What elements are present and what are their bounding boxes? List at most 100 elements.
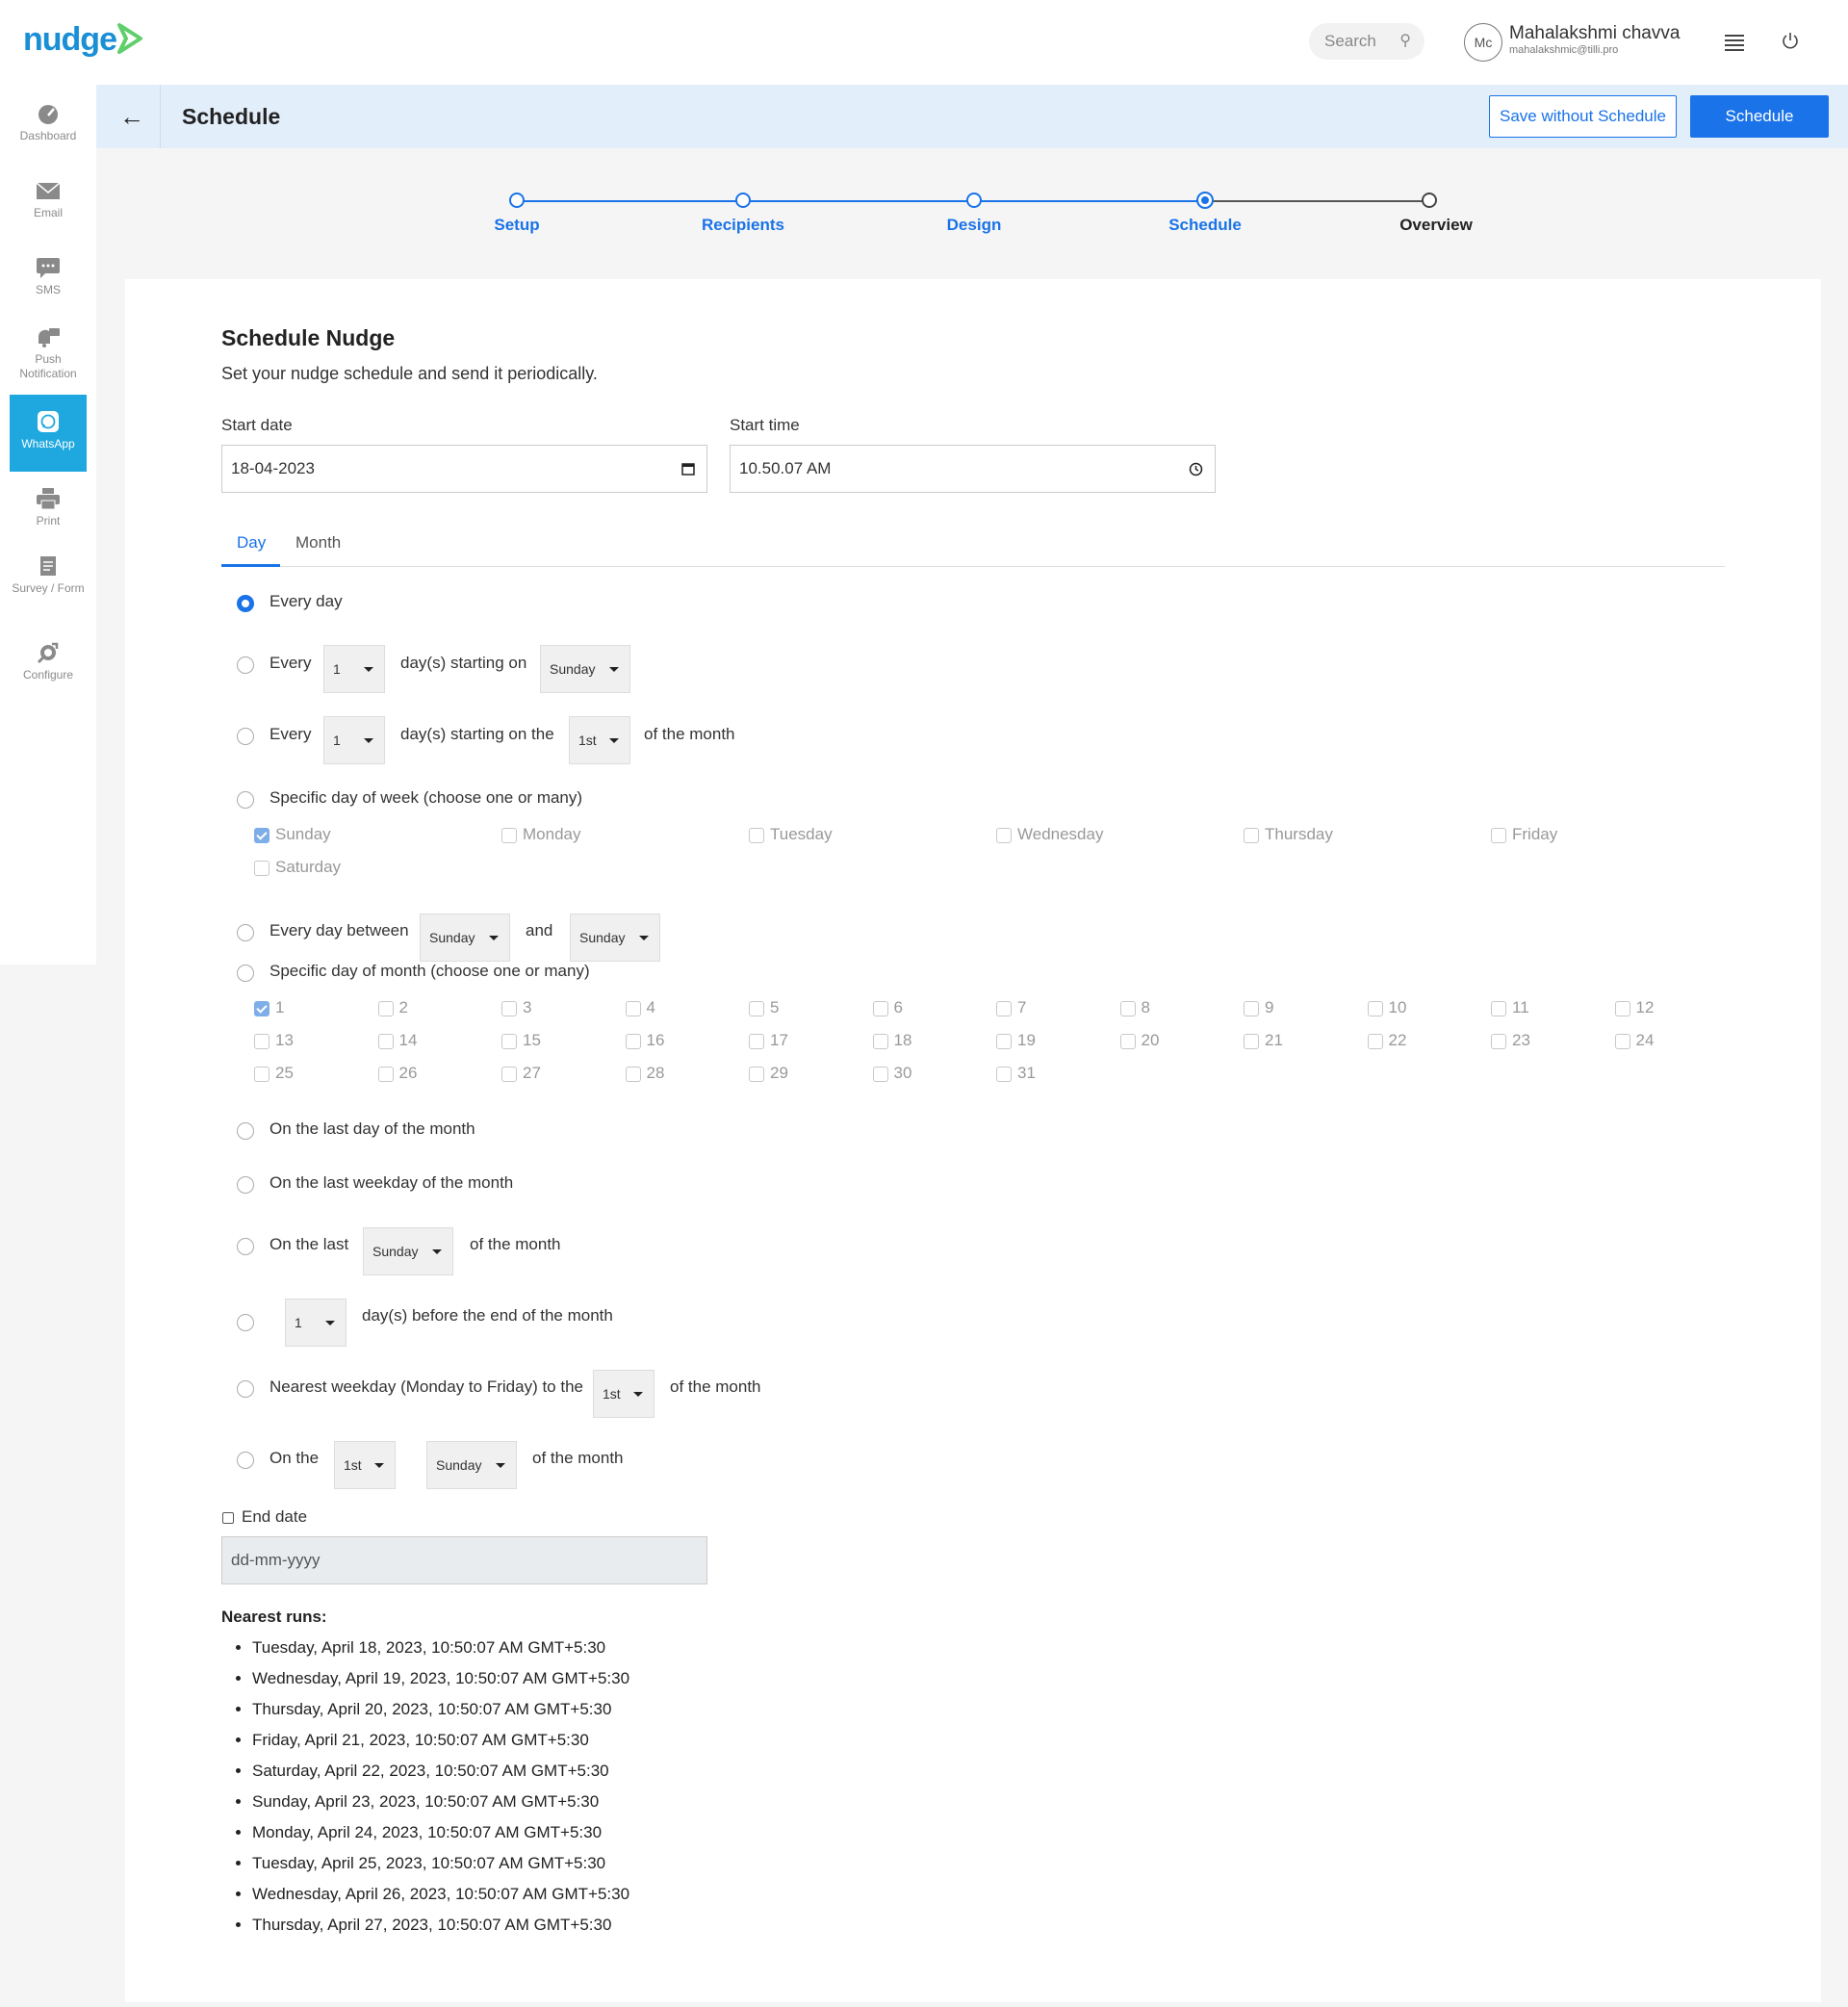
month-day-checkbox[interactable] [749, 1001, 764, 1016]
step-dot-setup[interactable] [509, 193, 525, 208]
month-day-checkbox[interactable] [254, 1067, 270, 1082]
month-day-checkbox[interactable] [749, 1034, 764, 1049]
on-the-last-select[interactable]: Sunday [363, 1227, 453, 1275]
month-day-checkbox[interactable] [1244, 1034, 1259, 1049]
save-without-schedule-button[interactable]: Save without Schedule [1489, 95, 1677, 138]
weekday-checkbox[interactable] [1491, 828, 1506, 843]
weekday-start-select[interactable]: Sunday [540, 645, 630, 693]
month-day-checkbox[interactable] [872, 1001, 888, 1016]
month-day-checkbox[interactable] [1367, 1034, 1383, 1049]
sidebar-item-dashboard[interactable]: Dashboard [10, 102, 87, 143]
month-day-checkbox[interactable] [996, 1034, 1012, 1049]
power-icon[interactable] [1781, 31, 1800, 50]
month-day-checkbox[interactable] [1491, 1001, 1506, 1016]
on-the-ordinal-select[interactable]: 1st [334, 1441, 396, 1489]
weekday-checkbox[interactable] [501, 828, 517, 843]
avatar[interactable]: Mc [1464, 23, 1502, 62]
tab-month[interactable]: Month [295, 533, 341, 553]
search-icon[interactable]: ⚲ [1399, 23, 1411, 60]
every-m-days-ordinal-radio[interactable] [237, 728, 254, 745]
clock-icon[interactable] [1189, 462, 1203, 476]
step-label-setup[interactable]: Setup [449, 216, 584, 235]
days-before-end-radio[interactable] [237, 1314, 254, 1331]
step-dot-design[interactable] [966, 193, 982, 208]
weekday-checkbox[interactable] [1244, 828, 1259, 843]
month-day-checkbox[interactable] [377, 1067, 394, 1082]
user-name[interactable]: Mahalakshmi chavva [1509, 23, 1680, 44]
page-title: Schedule [182, 104, 281, 129]
weekday-checkbox[interactable] [254, 861, 270, 876]
weekday-checkbox[interactable] [996, 828, 1012, 843]
month-day-checkbox-label: 27 [523, 1064, 541, 1082]
month-day-checkbox[interactable] [501, 1001, 517, 1016]
month-day-checkbox[interactable] [1614, 1034, 1630, 1049]
month-day-checkbox[interactable] [625, 1034, 641, 1049]
step-label-overview[interactable]: Overview [1369, 216, 1503, 235]
month-day-checkbox[interactable] [1244, 1001, 1259, 1016]
calendar-icon[interactable] [681, 462, 695, 476]
back-arrow-icon[interactable]: ← [119, 102, 144, 132]
end-date-checkbox[interactable] [222, 1512, 234, 1524]
on-the-last-radio[interactable] [237, 1238, 254, 1255]
month-day-checkbox[interactable] [996, 1067, 1012, 1082]
step-label-schedule[interactable]: Schedule [1138, 216, 1272, 235]
month-day-checkbox[interactable] [1119, 1034, 1136, 1049]
on-the-nth-weekday-radio[interactable] [237, 1452, 254, 1469]
ordinal-start-select[interactable]: 1st [569, 716, 630, 764]
step-dot-overview[interactable] [1422, 193, 1437, 208]
logo[interactable]: nudge [23, 21, 146, 59]
month-day-checkbox[interactable] [1119, 1001, 1136, 1016]
every-n-days-weekday-radio[interactable] [237, 656, 254, 674]
specific-day-of-week-radio[interactable] [237, 791, 254, 809]
sidebar-item-whatsapp[interactable]: WhatsApp [10, 395, 87, 472]
month-day-checkbox[interactable] [1367, 1001, 1383, 1016]
month-day-checkbox[interactable] [872, 1067, 888, 1082]
sidebar-item-survey-form[interactable]: Survey / Form [10, 554, 87, 596]
sidebar-item-print[interactable]: Print [10, 487, 87, 528]
month-day-checkbox[interactable] [625, 1067, 641, 1082]
month-day-checkbox[interactable] [749, 1067, 764, 1082]
month-day-checkbox[interactable] [377, 1001, 394, 1016]
month-day-checkbox[interactable] [377, 1034, 394, 1049]
tab-day[interactable]: Day [237, 533, 266, 553]
last-day-of-month-radio[interactable] [237, 1122, 254, 1140]
step-dot-recipients[interactable] [735, 193, 751, 208]
month-day-checkbox[interactable] [872, 1034, 888, 1049]
every-n-select[interactable]: 1 [323, 645, 385, 693]
end-date-field[interactable]: dd-mm-yyyy [221, 1536, 707, 1584]
caret-down-icon [609, 738, 619, 743]
weekday-checkbox[interactable] [254, 828, 270, 843]
between-from-select[interactable]: Sunday [420, 913, 510, 962]
start-date-field[interactable]: 18-04-2023 [221, 445, 707, 493]
step-label-design[interactable]: Design [907, 216, 1041, 235]
start-time-field[interactable]: 10.50.07 AM [730, 445, 1216, 493]
every-label: Every [270, 654, 312, 672]
month-day-checkbox[interactable] [254, 1001, 270, 1016]
month-day-checkbox[interactable] [1614, 1001, 1630, 1016]
between-to-select[interactable]: Sunday [570, 913, 660, 962]
sidebar-item-configure[interactable]: Configure [10, 641, 87, 682]
before-end-select[interactable]: 1 [285, 1299, 346, 1347]
step-dot-schedule[interactable] [1196, 192, 1214, 209]
search-input[interactable]: Search ⚲ [1309, 23, 1424, 60]
last-weekday-of-month-radio[interactable] [237, 1176, 254, 1194]
month-day-checkbox[interactable] [501, 1067, 517, 1082]
specific-day-of-month-radio[interactable] [237, 965, 254, 982]
step-label-recipients[interactable]: Recipients [676, 216, 810, 235]
sidebar-item-sms[interactable]: SMS [10, 256, 87, 297]
sidebar-item-push-notification[interactable]: Push Notification [10, 325, 87, 381]
every-day-between-radio[interactable] [237, 924, 254, 941]
month-day-checkbox[interactable] [996, 1001, 1012, 1016]
schedule-button[interactable]: Schedule [1690, 95, 1829, 138]
month-day-checkbox[interactable] [1491, 1034, 1506, 1049]
nearest-weekday-radio[interactable] [237, 1380, 254, 1398]
hamburger-menu-icon[interactable] [1725, 35, 1744, 54]
month-day-checkbox[interactable] [254, 1034, 270, 1049]
every-day-radio[interactable] [237, 595, 254, 612]
month-day-checkbox[interactable] [625, 1001, 641, 1016]
on-the-weekday-select[interactable]: Sunday [426, 1441, 517, 1489]
weekday-checkbox[interactable] [749, 828, 764, 843]
every-m-select[interactable]: 1 [323, 716, 385, 764]
nearest-weekday-select[interactable]: 1st [593, 1370, 654, 1418]
month-day-checkbox[interactable] [501, 1034, 517, 1049]
